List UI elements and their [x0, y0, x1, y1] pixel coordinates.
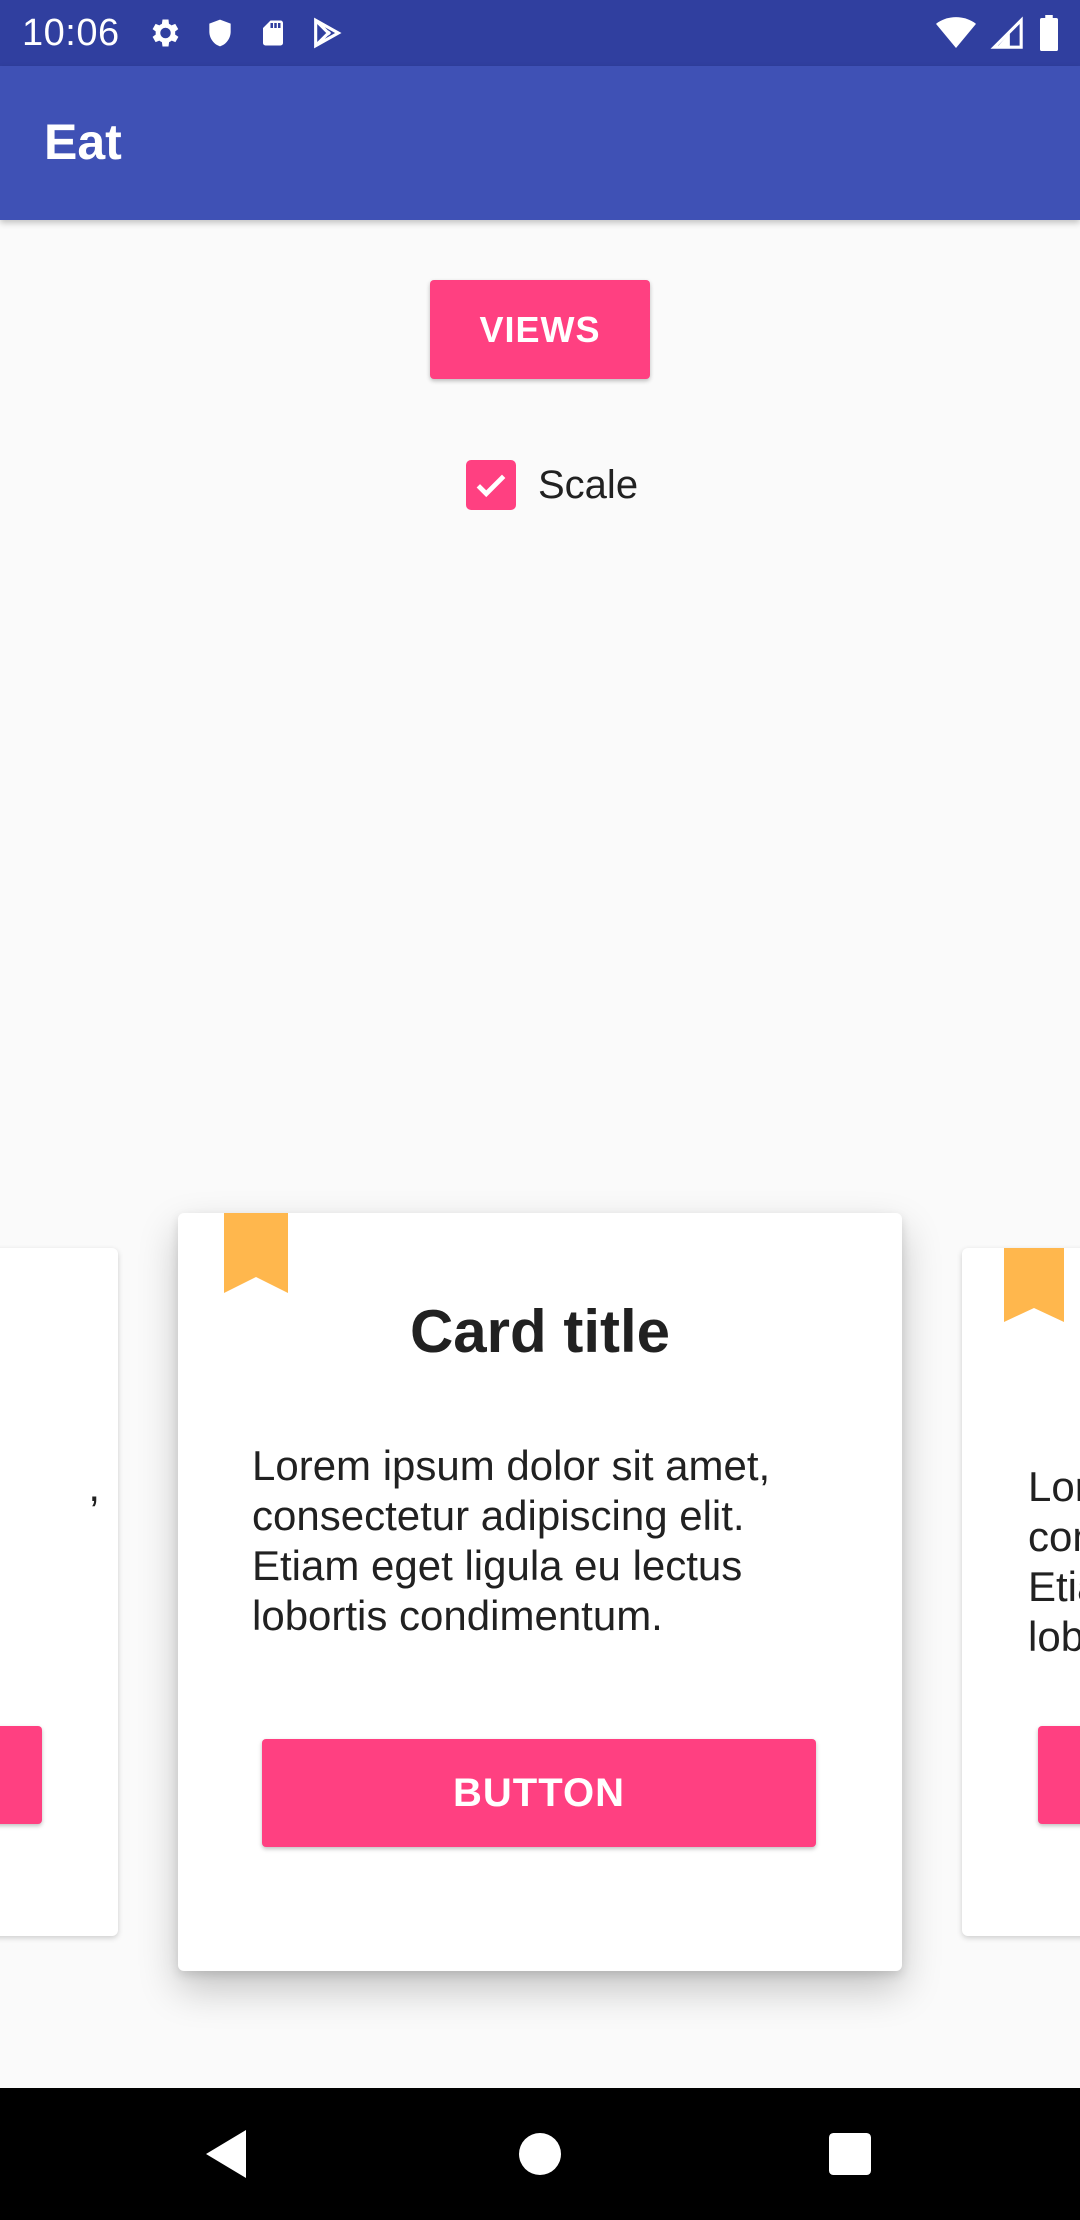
- card-left-partial[interactable]: ,: [0, 1248, 118, 1936]
- app-title: Eat: [44, 114, 122, 170]
- back-button[interactable]: [146, 2088, 306, 2220]
- bookmark-icon: [224, 1213, 288, 1293]
- card-right-line: Lor: [1028, 1463, 1080, 1510]
- card-right-partial[interactable]: Lor con Etia lob: [962, 1248, 1080, 1936]
- home-icon: [519, 2133, 561, 2175]
- bookmark-icon: [1004, 1248, 1064, 1322]
- home-button[interactable]: [460, 2088, 620, 2220]
- wifi-icon: [936, 17, 976, 48]
- card-right-line: Etia: [1028, 1563, 1080, 1610]
- app-bar: Eat: [0, 66, 1080, 220]
- scale-checkbox[interactable]: Scale: [466, 458, 638, 512]
- views-button[interactable]: VIEWS: [430, 280, 650, 379]
- status-bar: 10:06: [0, 0, 1080, 66]
- card-right-body: Lor con Etia lob: [1028, 1462, 1080, 1662]
- navigation-bar: [0, 2088, 1080, 2220]
- scale-label[interactable]: Scale: [538, 463, 638, 508]
- card-main[interactable]: Card title Lorem ipsum dolor sit amet, c…: [178, 1213, 902, 1971]
- card-right-line: con: [1028, 1513, 1080, 1560]
- card-left-body: ,: [88, 1463, 100, 1510]
- back-icon: [206, 2130, 246, 2178]
- card-left-button[interactable]: [0, 1726, 42, 1824]
- shield-icon: [209, 19, 231, 47]
- sd-card-icon: [263, 20, 283, 46]
- recents-button[interactable]: [770, 2088, 930, 2220]
- checkbox-checked-icon[interactable]: [466, 460, 516, 510]
- card-title: Card title: [409, 1298, 671, 1365]
- card-body: Lorem ipsum dolor sit amet, consectetur …: [252, 1442, 771, 1639]
- recents-icon: [829, 2133, 871, 2175]
- card-right-button[interactable]: [1038, 1726, 1080, 1824]
- check-icon: [476, 474, 506, 498]
- signal-icon: [990, 16, 1023, 49]
- card-right-line: lob: [1028, 1613, 1080, 1660]
- status-time: 10:06: [22, 12, 120, 54]
- status-notification-icons: [146, 14, 344, 52]
- card-button[interactable]: BUTTON: [262, 1739, 816, 1847]
- gear-icon: [152, 19, 179, 47]
- battery-icon: [1040, 15, 1058, 51]
- status-system-icons: [936, 14, 1060, 52]
- play-store-icon: [314, 17, 342, 49]
